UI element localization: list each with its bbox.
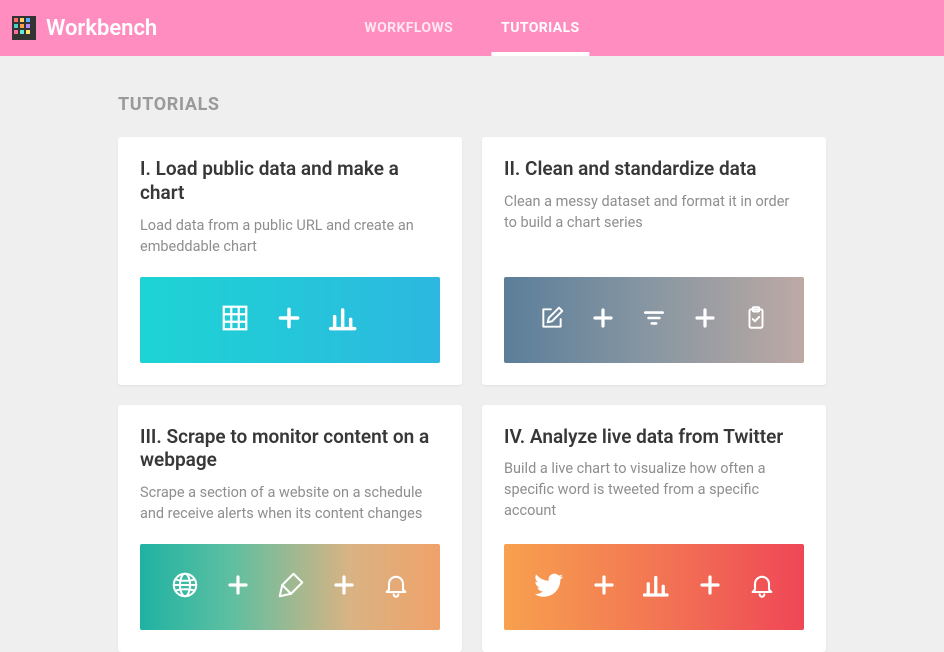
tutorial-desc: Scrape a section of a website on a sched… [140,482,440,524]
bar-chart-icon [328,302,360,338]
scrape-icon [276,570,306,604]
nav-tabs: WORKFLOWS TUTORIALS [354,0,589,56]
tutorial-card[interactable]: II. Clean and standardize data Clean a m… [482,137,826,385]
plus-icon [698,573,722,601]
table-icon [220,303,250,337]
tutorial-desc: Build a live chart to visualize how ofte… [504,458,804,521]
clipboard-check-icon [743,305,769,335]
page-body: TUTORIALS I. Load public data and make a… [0,56,944,652]
edit-icon [539,305,565,335]
tutorial-grid: I. Load public data and make a chart Loa… [118,137,826,652]
tab-label: WORKFLOWS [364,20,453,36]
tutorial-banner [140,544,440,630]
tab-tutorials[interactable]: TUTORIALS [491,0,589,56]
plus-icon [592,573,616,601]
plus-icon [591,306,615,334]
twitter-icon [532,568,566,606]
tutorial-card[interactable]: III. Scrape to monitor content on a webp… [118,405,462,652]
tutorial-title: IV. Analyze live data from Twitter [504,425,804,449]
filter-icon [641,305,667,335]
brand-name: Workbench [46,16,157,41]
brand-logo-icon [12,16,36,40]
tutorial-banner [504,277,804,363]
tutorial-card[interactable]: I. Load public data and make a chart Loa… [118,137,462,385]
tutorial-desc: Load data from a public URL and create a… [140,215,440,257]
app-header: Workbench WORKFLOWS TUTORIALS [0,0,944,56]
globe-icon [170,570,200,604]
tab-label: TUTORIALS [501,20,579,36]
bar-chart-icon [642,570,672,604]
plus-icon [332,573,356,601]
tutorial-banner [140,277,440,363]
tab-workflows[interactable]: WORKFLOWS [354,0,463,56]
brand[interactable]: Workbench [12,16,157,41]
section-heading: TUTORIALS [118,94,826,115]
tutorial-desc: Clean a messy dataset and format it in o… [504,191,804,233]
plus-icon [226,573,250,601]
tutorial-banner [504,544,804,630]
tutorial-card[interactable]: IV. Analyze live data from Twitter Build… [482,405,826,652]
plus-icon [276,305,302,335]
plus-icon [693,306,717,334]
bell-icon [382,571,410,603]
tutorial-title: II. Clean and standardize data [504,157,804,181]
bell-icon [748,571,776,603]
tutorial-title: III. Scrape to monitor content on a webp… [140,425,440,473]
tutorial-title: I. Load public data and make a chart [140,157,440,205]
